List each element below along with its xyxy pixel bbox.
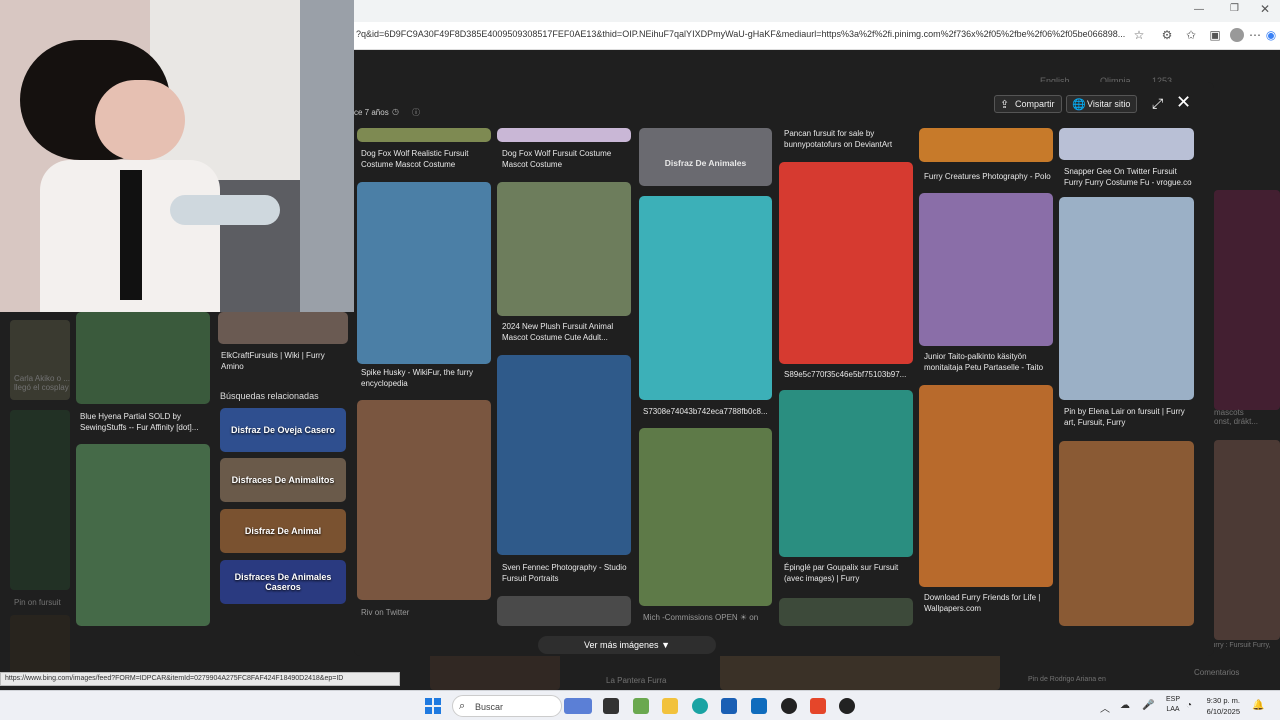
extensions-icon[interactable]: ⚙ (1160, 28, 1174, 42)
minimize-icon[interactable]: — (1194, 4, 1204, 15)
result-image[interactable] (497, 182, 631, 316)
webcam-overlay (0, 0, 354, 312)
share-button[interactable]: ⇪ Compartir (994, 95, 1062, 113)
related-searches-title: Búsquedas relacionadas (220, 391, 319, 401)
file-explorer-icon[interactable] (662, 698, 678, 714)
close-icon[interactable]: ✕ (1176, 92, 1191, 113)
wifi-icon[interactable]: ◔ (1186, 700, 1192, 711)
result-image[interactable] (919, 193, 1053, 346)
globe-icon: 🌐 (1072, 99, 1086, 111)
media-player-icon[interactable] (839, 698, 855, 714)
image-caption[interactable]: Pancan fursuit for sale by bunnypotatofu… (784, 128, 910, 150)
related-search-chip[interactable]: Disfraces De Animales Caseros (220, 560, 346, 604)
microphone-icon[interactable]: 🎤 (1142, 700, 1154, 711)
result-image[interactable] (779, 162, 913, 364)
image-caption[interactable]: Mich -Commissions OPEN ☀ on (643, 612, 773, 623)
image-caption[interactable]: Pin by Elena Lair on fursuit | Furry art… (1064, 406, 1194, 428)
visit-site-button[interactable]: 🌐 Visitar sitio (1066, 95, 1138, 113)
chevron-up-icon[interactable]: ︿ (1100, 700, 1110, 715)
close-window-icon[interactable]: ✕ (1260, 2, 1270, 16)
result-image[interactable] (1059, 441, 1194, 626)
microphone (170, 195, 280, 225)
browser-title-bar: — ❐ ✕ (354, 0, 1280, 22)
link-status-bar: https://www.bing.com/images/feed?FORM=ID… (0, 672, 400, 686)
related-search-chip[interactable]: Disfraces De Animalitos (220, 458, 346, 502)
taskbar: ⌕ Buscar ︿ ☁ 🎤 ESP LAA ◔ 9:30 p. m. 6/10/2… (0, 690, 1280, 720)
image-caption[interactable]: Sven Fennec Photography - Studio Fursuit… (502, 562, 632, 584)
windows-start-icon[interactable] (425, 698, 441, 714)
search-icon: ⌕ (459, 700, 466, 712)
image-caption[interactable]: Download Furry Friends for Life | Wallpa… (924, 592, 1054, 614)
result-image[interactable] (76, 444, 210, 626)
task-view-icon[interactable] (603, 698, 619, 714)
favorites-icon[interactable]: ✩ (1184, 28, 1198, 42)
notification-bell-icon[interactable]: 🔔 (1252, 700, 1264, 711)
widgets-icon[interactable] (564, 698, 592, 714)
result-image[interactable] (497, 355, 631, 555)
more-images-button[interactable]: Ver más imágenes ▼ (538, 636, 716, 654)
system-clock[interactable]: 9:30 p. m. 6/10/2025 (1198, 695, 1240, 717)
result-image[interactable] (357, 182, 491, 364)
overlay-header: ce 7 años ◷ ⓘ ⇪ Compartir 🌐 Visitar siti… (354, 82, 1214, 128)
result-image[interactable] (1059, 128, 1194, 160)
image-caption[interactable]: S7308e74043b742eca7788fb0c8... (643, 406, 773, 417)
result-image[interactable] (497, 128, 631, 142)
image-caption[interactable]: Dog Fox Wolf Fursuit Costume Mascot Cost… (502, 148, 632, 170)
profile-avatar[interactable] (1230, 28, 1244, 42)
chevron-down-icon: ▼ (661, 640, 670, 650)
result-image[interactable] (779, 598, 913, 626)
info-icon[interactable]: ⓘ (412, 107, 420, 118)
result-image[interactable] (357, 400, 491, 600)
taskbar-search-input[interactable]: ⌕ Buscar (452, 695, 562, 717)
app-icon[interactable] (633, 698, 649, 714)
image-caption[interactable]: Spike Husky - WikiFur, the furry encyclo… (361, 367, 493, 389)
image-caption[interactable]: Riv on Twitter (361, 607, 491, 618)
cloud-icon[interactable]: ☁ (1120, 700, 1130, 711)
tie (120, 170, 142, 300)
star-icon[interactable]: ☆ (1132, 28, 1146, 42)
menu-icon[interactable]: ⋯ (1248, 28, 1262, 42)
result-image[interactable] (218, 312, 348, 344)
image-caption[interactable]: ElkCraftFursuits | Wiki | Furry Amino (221, 350, 347, 372)
language-indicator[interactable]: ESP LAA (1164, 695, 1182, 715)
image-caption[interactable]: 2024 New Plush Fursuit Animal Mascot Cos… (502, 321, 632, 343)
clock-icon: ◷ (392, 107, 399, 116)
collections-icon[interactable]: ▣ (1208, 28, 1222, 42)
store-icon[interactable] (721, 698, 737, 714)
image-caption[interactable]: S89e5c770f35c46e5bf75103b97... (784, 369, 914, 380)
image-caption[interactable]: Snapper Gee On Twitter Fursuit Furry Fur… (1064, 166, 1196, 188)
related-search-chip[interactable] (639, 128, 772, 186)
brave-icon[interactable] (810, 698, 826, 714)
result-image[interactable] (919, 385, 1053, 587)
image-caption[interactable]: Blue Hyena Partial SOLD by SewingStuffs … (80, 411, 210, 433)
copilot-icon[interactable]: ◉ (1264, 28, 1278, 42)
related-chip-label: Disfraz De Animales (664, 158, 747, 168)
result-image[interactable] (1059, 197, 1194, 400)
result-image[interactable] (639, 196, 772, 400)
address-bar[interactable]: ?q&id=6D9FC9A30F49F8D385E4009509308517FE… (354, 22, 1280, 50)
obs-icon[interactable] (781, 698, 797, 714)
result-image[interactable] (357, 128, 491, 142)
source-age: ce 7 años (354, 108, 389, 117)
expand-icon[interactable]: ⤢ (1152, 95, 1163, 112)
related-search-chip[interactable]: Disfraz De Animal (220, 509, 346, 553)
image-caption[interactable]: Épinglé par Goupalix sur Fursuit (avec i… (784, 562, 914, 584)
face (95, 80, 185, 160)
image-caption[interactable]: Junior Taito-palkinto käsityön monitaita… (924, 351, 1054, 373)
edge-icon[interactable] (692, 698, 708, 714)
result-image[interactable] (76, 312, 210, 404)
outlook-icon[interactable] (751, 698, 767, 714)
maximize-icon[interactable]: ❐ (1230, 3, 1239, 14)
result-image[interactable] (919, 128, 1053, 162)
related-search-chip[interactable]: Disfraz De Oveja Casero (220, 408, 346, 452)
wall (300, 0, 354, 312)
url-text[interactable]: ?q&id=6D9FC9A30F49F8D385E4009509308517FE… (356, 29, 1126, 39)
result-image[interactable] (639, 428, 772, 606)
image-caption[interactable]: Furry Creatures Photography - Polo (924, 171, 1054, 182)
share-icon: ⇪ (1000, 99, 1010, 111)
result-image[interactable] (779, 390, 913, 557)
image-caption[interactable]: Dog Fox Wolf Realistic Fursuit Costume M… (361, 148, 493, 170)
result-image[interactable] (497, 596, 631, 626)
